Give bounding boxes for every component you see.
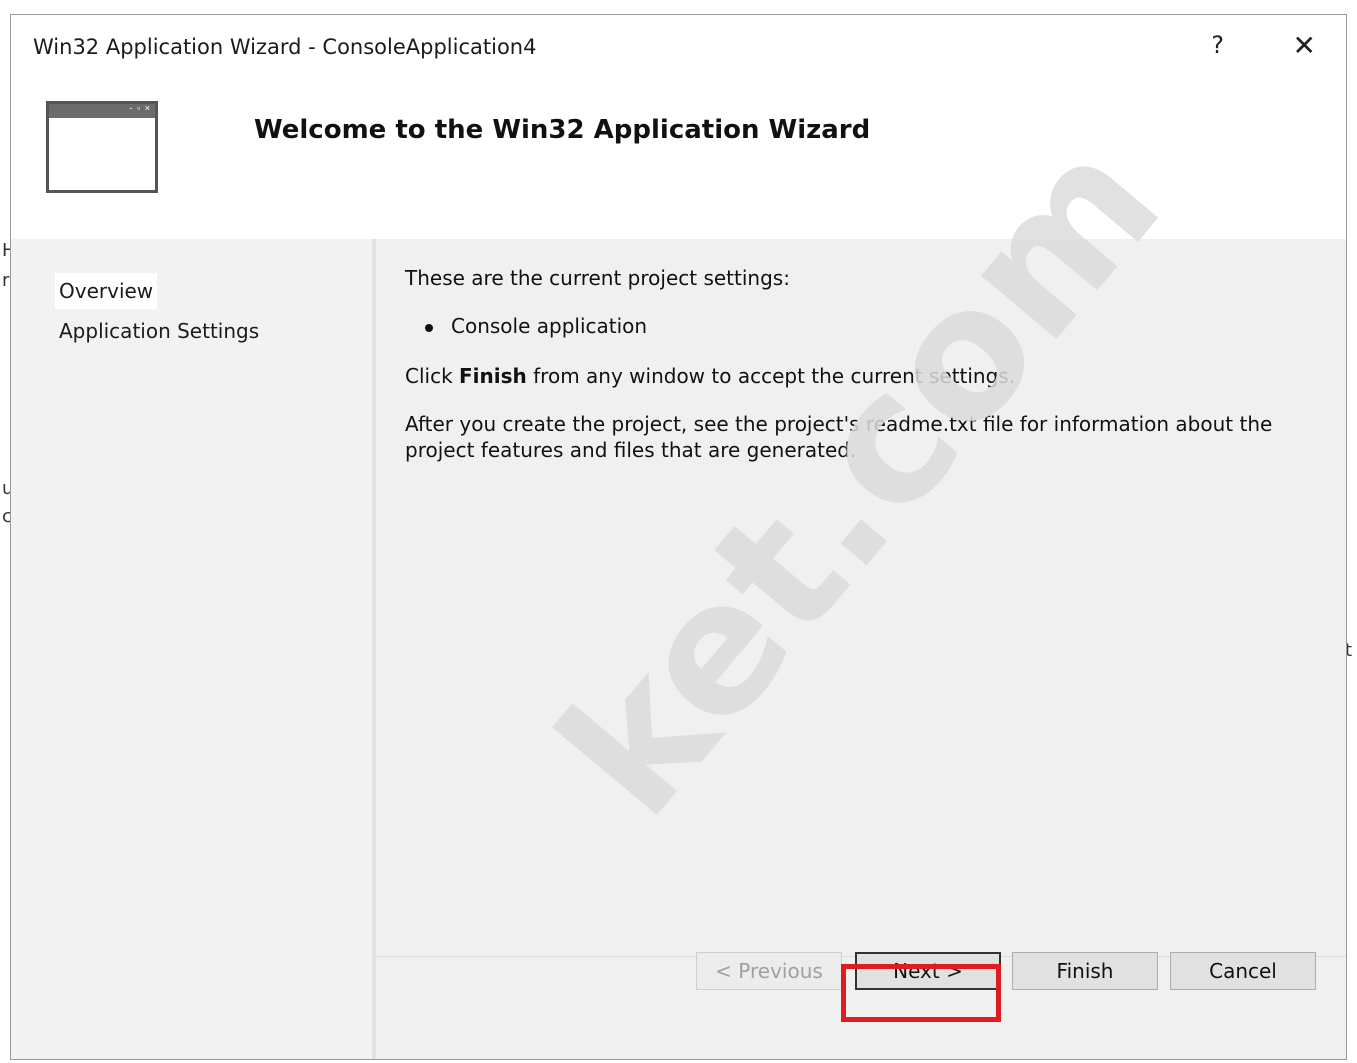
previous-button[interactable]: < Previous (696, 952, 842, 990)
bullet-icon (425, 323, 433, 332)
wizard-nav: Overview Application Settings (11, 239, 372, 1059)
cancel-button[interactable]: Cancel (1170, 952, 1316, 990)
background-fragment: r (2, 270, 10, 291)
close-icon[interactable]: ✕ (1293, 29, 1316, 62)
application-window-icon: - ▫ × (46, 101, 158, 193)
title-bar: Win32 Application Wizard - ConsoleApplic… (11, 15, 1346, 79)
window-title: Win32 Application Wizard - ConsoleApplic… (33, 35, 537, 59)
nav-item-application-settings[interactable]: Application Settings (55, 313, 263, 349)
wizard-heading: Welcome to the Win32 Application Wizard (254, 115, 871, 145)
finish-button[interactable]: Finish (1012, 952, 1158, 990)
help-icon[interactable]: ? (1211, 31, 1224, 59)
nav-item-overview[interactable]: Overview (55, 273, 158, 309)
next-highlight-annotation (841, 964, 1001, 1022)
